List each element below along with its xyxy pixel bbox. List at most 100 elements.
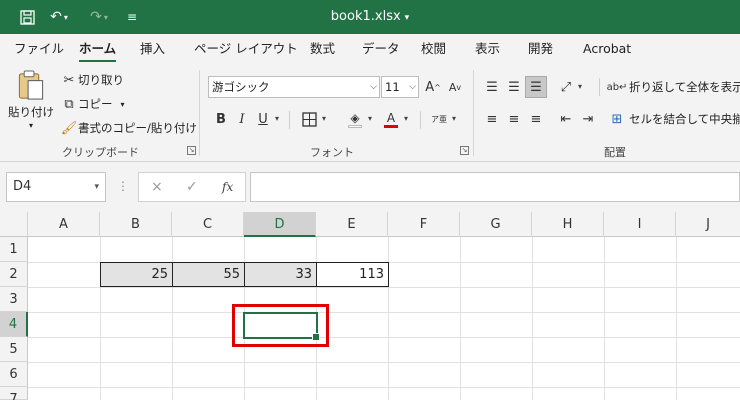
cell-e2[interactable]: 113 (316, 262, 389, 287)
row-header-4[interactable]: 4 (0, 312, 28, 337)
tab-page-layout[interactable]: ページ レイアウト (194, 34, 298, 64)
clipboard-group-label: クリップボード (62, 146, 139, 159)
copy-button[interactable]: ⧉ コピー ▾ (60, 95, 125, 113)
paste-button[interactable]: 貼り付け ▾ (8, 70, 54, 130)
insert-function-icon[interactable]: fx (222, 180, 233, 194)
copy-icon: ⧉ (64, 96, 74, 112)
align-bottom-icon[interactable]: ☰ (525, 76, 547, 98)
font-separator (420, 111, 421, 129)
wrap-text-icon: ab↵ (606, 81, 628, 93)
font-name-value: 游ゴシック (212, 80, 270, 94)
tab-view[interactable]: 表示 (475, 34, 500, 64)
row-header-7[interactable]: 7 (0, 387, 28, 400)
title-bar: ↶ ▾ ↷ ▾ ≡ book1.xlsx ▾ (0, 0, 740, 34)
gridline (28, 387, 740, 388)
align-top-icon[interactable]: ☰ (481, 76, 503, 98)
format-painter-button[interactable]: 🖌 書式のコピー/貼り付け (60, 119, 197, 137)
tab-home[interactable]: ホーム (79, 34, 117, 64)
column-header-a[interactable]: A (28, 212, 100, 237)
borders-dropdown-icon[interactable]: ▾ (322, 114, 326, 123)
underline-button[interactable]: U (252, 108, 274, 130)
borders-icon[interactable] (298, 108, 320, 130)
gridline (28, 287, 740, 288)
row-header-1[interactable]: 1 (0, 237, 28, 262)
cell-c2[interactable]: 55 (172, 262, 245, 287)
tab-insert[interactable]: 挿入 (140, 34, 165, 64)
group-separator (199, 70, 200, 156)
wrap-text-label: 折り返して全体を表示す (629, 80, 740, 94)
scissors-icon: ✂ (63, 72, 75, 88)
row-header-2[interactable]: 2 (0, 262, 28, 287)
column-header-j[interactable]: J (676, 212, 740, 237)
phonetic-dropdown-icon[interactable]: ▾ (452, 114, 456, 123)
row-header-5[interactable]: 5 (0, 337, 28, 362)
merge-center-button[interactable]: ⊞ セルを結合して中央揃え (608, 110, 740, 128)
tab-data[interactable]: データ (362, 34, 400, 64)
font-launcher-icon[interactable]: ↘ (460, 146, 469, 155)
align-center-icon[interactable]: ≡ (503, 108, 525, 130)
orientation-icon[interactable]: ⤢ (555, 76, 577, 98)
column-header-e[interactable]: E (316, 212, 388, 237)
increase-indent-icon[interactable]: ⇥ (577, 108, 599, 130)
file-name: book1.xlsx (330, 9, 401, 24)
column-header-c[interactable]: C (172, 212, 244, 237)
column-header-g[interactable]: G (460, 212, 532, 237)
paste-label: 貼り付け (8, 105, 54, 119)
tab-acrobat[interactable]: Acrobat (583, 34, 631, 64)
font-color-dropdown-icon[interactable]: ▾ (404, 114, 408, 123)
orientation-dropdown-icon[interactable]: ▾ (578, 82, 582, 91)
font-color-icon[interactable]: A (380, 108, 402, 130)
align-right-icon[interactable]: ≡ (525, 108, 547, 130)
decrease-font-icon[interactable]: Av (444, 76, 466, 98)
enter-icon[interactable]: ✓ (186, 179, 198, 195)
paste-dropdown-icon: ▾ (28, 121, 33, 130)
formula-input[interactable] (250, 172, 740, 202)
italic-button[interactable]: I (231, 108, 253, 130)
formula-bar-grip-icon[interactable]: ⋮ (117, 179, 129, 193)
ribbon: 貼り付け ▾ ✂ 切り取り ⧉ コピー ▾ 🖌 書式のコピー/貼り付け クリップ… (0, 64, 740, 162)
tab-file[interactable]: ファイル (14, 34, 64, 64)
gridline (28, 362, 740, 363)
column-headers: A B C D E F G H I J (0, 212, 740, 237)
cell-d2[interactable]: 33 (244, 262, 317, 287)
fill-color-dropdown-icon[interactable]: ▾ (368, 114, 372, 123)
copy-dropdown-icon: ▾ (120, 99, 125, 109)
tab-developer[interactable]: 開発 (528, 34, 553, 64)
window-title[interactable]: book1.xlsx ▾ (0, 0, 740, 34)
name-box[interactable]: D4 ▾ (6, 172, 106, 202)
align-left-icon[interactable]: ≡ (481, 108, 503, 130)
select-all-corner[interactable] (0, 212, 28, 237)
cell-b2[interactable]: 25 (100, 262, 173, 287)
wrap-text-button[interactable]: ab↵ 折り返して全体を表示す (606, 78, 740, 96)
column-header-i[interactable]: I (604, 212, 676, 237)
column-header-h[interactable]: H (532, 212, 604, 237)
row-header-6[interactable]: 6 (0, 362, 28, 387)
cut-button[interactable]: ✂ 切り取り (60, 71, 124, 89)
tab-review[interactable]: 校閲 (421, 34, 446, 64)
row-header-3[interactable]: 3 (0, 287, 28, 312)
column-header-f[interactable]: F (388, 212, 460, 237)
column-header-b[interactable]: B (100, 212, 172, 237)
tab-formulas[interactable]: 数式 (310, 34, 335, 64)
font-size-combo[interactable]: 11 ⌵ (381, 76, 419, 98)
alignment-group-label: 配置 (604, 146, 626, 159)
formula-bar: D4 ▾ ⋮ × ✓ fx (0, 162, 740, 212)
font-group-label: フォント (310, 146, 354, 159)
decrease-indent-icon[interactable]: ⇤ (555, 108, 577, 130)
font-separator (289, 111, 290, 129)
increase-font-icon[interactable]: A ^ (422, 76, 444, 98)
font-size-value: 11 (385, 80, 400, 94)
bold-button[interactable]: B (210, 108, 232, 130)
paste-icon (18, 70, 44, 100)
fill-color-icon[interactable]: ◈ (344, 108, 366, 130)
align-middle-icon[interactable]: ☰ (503, 76, 525, 98)
gridline (28, 337, 740, 338)
underline-dropdown-icon[interactable]: ▾ (275, 114, 279, 123)
font-name-combo[interactable]: 游ゴシック ⌵ (208, 76, 380, 98)
column-header-d[interactable]: D (244, 212, 316, 237)
clipboard-launcher-icon[interactable]: ↘ (187, 146, 196, 155)
cancel-icon[interactable]: × (151, 179, 163, 195)
phonetic-guide-icon[interactable]: ア亜 (428, 108, 450, 130)
ribbon-tabs: ファイル ホーム 挿入 ページ レイアウト 数式 データ 校閲 表示 開発 Ac… (0, 34, 740, 64)
worksheet-grid[interactable]: A B C D E F G H I J 1 2 3 4 5 6 7 25 55 … (0, 212, 740, 400)
